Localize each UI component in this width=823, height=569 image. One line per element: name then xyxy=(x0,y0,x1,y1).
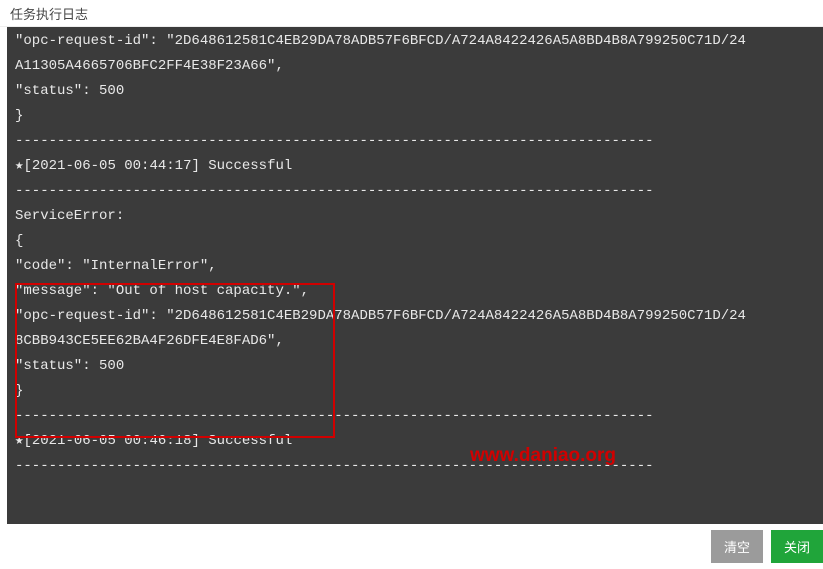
log-line: 8CBB943CE5EE62BA4F26DFE4E8FAD6", xyxy=(15,329,815,354)
log-line: A11305A4665706BFC2FF4E38F23A66", xyxy=(15,54,815,79)
log-line: ----------------------------------------… xyxy=(15,404,815,429)
log-line: "opc-request-id": "2D648612581C4EB29DA78… xyxy=(15,29,815,54)
log-line: } xyxy=(15,104,815,129)
log-line: ★[2021-06-05 00:44:17] Successful xyxy=(15,154,815,179)
log-output: "opc-request-id": "2D648612581C4EB29DA78… xyxy=(7,27,823,524)
log-line: "opc-request-id": "2D648612581C4EB29DA78… xyxy=(15,304,815,329)
log-line: } xyxy=(15,379,815,404)
log-line: ----------------------------------------… xyxy=(15,454,815,479)
log-line: ★[2021-06-05 00:46:18] Successful xyxy=(15,429,815,454)
log-line: ServiceError: xyxy=(15,204,815,229)
log-line: ----------------------------------------… xyxy=(15,129,815,154)
log-line: "status": 500 xyxy=(15,354,815,379)
log-line: "code": "InternalError", xyxy=(15,254,815,279)
log-line: "status": 500 xyxy=(15,79,815,104)
footer-bar: 清空 关闭 xyxy=(0,524,823,569)
log-line: { xyxy=(15,229,815,254)
log-line: ----------------------------------------… xyxy=(15,179,815,204)
log-line: "message": "Out of host capacity.", xyxy=(15,279,815,304)
close-button[interactable]: 关闭 xyxy=(771,530,823,563)
window-title: 任务执行日志 xyxy=(0,0,823,27)
clear-button[interactable]: 清空 xyxy=(711,530,763,563)
